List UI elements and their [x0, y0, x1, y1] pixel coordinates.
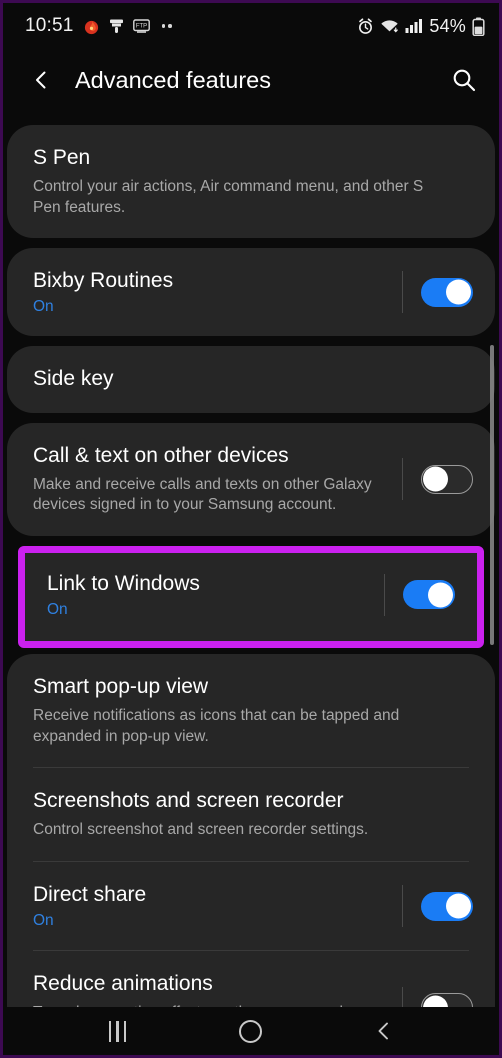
back-icon: [378, 1022, 389, 1040]
toggle-switch-reduce-animations[interactable]: [421, 993, 473, 1007]
search-icon[interactable]: [449, 65, 479, 95]
toggle-knob: [423, 995, 448, 1007]
toggle-knob: [428, 582, 453, 608]
battery-icon: [472, 17, 485, 36]
status-bar-left: 10:51 FTP: [25, 15, 172, 37]
toggle-knob: [446, 279, 471, 305]
row-texts: S Pen Control your air actions, Air comm…: [33, 145, 473, 218]
back-button[interactable]: [356, 1011, 412, 1051]
settings-card-side-key[interactable]: Side key: [7, 346, 495, 413]
vertical-divider: [384, 573, 385, 616]
toggle-switch-bixby-routines[interactable]: [421, 277, 473, 307]
wifi-icon: [380, 18, 399, 34]
status-bar-right: 54%: [357, 16, 485, 37]
row-texts: Screenshots and screen recorder Control …: [33, 788, 473, 841]
setting-title: Bixby Routines: [33, 269, 174, 293]
setting-subtitle: Make and receive calls and texts on othe…: [33, 475, 372, 514]
toggle-area[interactable]: [402, 986, 473, 1007]
vertical-divider: [402, 458, 403, 501]
toggle-area[interactable]: [384, 573, 455, 616]
setting-subtitle: Control your air actions, Air command me…: [33, 178, 424, 216]
toggle-switch-link-to-windows[interactable]: [403, 580, 455, 610]
setting-row-s-pen[interactable]: S Pen Control your air actions, Air comm…: [7, 125, 495, 238]
row-texts: Smart pop-up view Receive notifications …: [33, 674, 473, 747]
vertical-scrollbar[interactable]: [490, 345, 494, 645]
setting-row-smart-pop-up-view[interactable]: Smart pop-up view Receive notifications …: [7, 654, 495, 767]
setting-title: Direct share: [33, 882, 147, 906]
battery-percent-label: 54%: [429, 15, 466, 36]
status-bar: 10:51 FTP 54%: [3, 3, 499, 49]
setting-title: Reduce animations: [33, 972, 213, 996]
row-texts: Direct share On: [33, 882, 394, 930]
setting-row-reduce-animations[interactable]: Reduce animations Tone down motion effec…: [7, 951, 495, 1007]
toggle-knob: [423, 466, 448, 492]
settings-card-call-text-other-devices[interactable]: Call & text on other devices Make and re…: [7, 422, 495, 536]
row-texts: Bixby Routines On: [33, 268, 394, 316]
row-texts: Side key: [33, 366, 473, 392]
setting-state: On: [33, 298, 54, 316]
back-chevron-icon[interactable]: [27, 66, 55, 94]
paintbrush-icon: [109, 18, 124, 34]
setting-subtitle: Receive notifications as icons that can …: [33, 707, 400, 745]
setting-row-side-key[interactable]: Side key: [7, 346, 495, 412]
vertical-divider: [402, 885, 403, 928]
recents-icon: [108, 1020, 127, 1042]
signal-bars-icon: [405, 18, 423, 34]
row-texts: Call & text on other devices Make and re…: [33, 443, 394, 516]
status-clock: 10:51: [25, 15, 74, 36]
setting-row-direct-share[interactable]: Direct share On: [7, 862, 495, 950]
setting-subtitle: Control screenshot and screen recorder s…: [33, 821, 369, 839]
toggle-switch-direct-share[interactable]: [421, 891, 473, 921]
setting-row-screenshots-screen-recorder[interactable]: Screenshots and screen recorder Control …: [7, 768, 495, 861]
alarm-icon: [357, 17, 374, 35]
home-button[interactable]: [223, 1011, 279, 1051]
setting-state: On: [47, 601, 68, 619]
system-navigation-bar: [3, 1007, 499, 1055]
recents-button[interactable]: [90, 1011, 146, 1051]
setting-title: Call & text on other devices: [33, 443, 289, 467]
settings-card-bixby-routines[interactable]: Bixby Routines On: [7, 248, 495, 337]
flame-app-icon: [83, 18, 100, 35]
row-texts: Reduce animations Tone down motion effec…: [33, 971, 394, 1007]
settings-card-misc-features[interactable]: Smart pop-up view Receive notifications …: [7, 654, 495, 1007]
home-icon: [239, 1019, 263, 1043]
svg-text:FTP: FTP: [135, 23, 146, 29]
setting-row-link-to-windows[interactable]: Link to Windows On: [25, 553, 477, 641]
setting-title: Smart pop-up view: [33, 675, 209, 699]
toggle-switch-call-text-other-devices[interactable]: [421, 464, 473, 494]
row-texts: Link to Windows On: [47, 571, 376, 619]
setting-row-bixby-routines[interactable]: Bixby Routines On: [7, 248, 495, 336]
toggle-knob: [446, 893, 471, 919]
setting-title: Side key: [33, 367, 114, 391]
toggle-area[interactable]: [402, 271, 473, 314]
ftp-badge-icon: FTP: [132, 18, 150, 34]
vertical-divider: [402, 986, 403, 1007]
setting-row-call-text-other-devices[interactable]: Call & text on other devices Make and re…: [7, 423, 495, 536]
settings-list[interactable]: S Pen Control your air actions, Air comm…: [3, 113, 499, 1007]
page-title: Advanced features: [75, 66, 271, 93]
setting-state: On: [33, 912, 54, 930]
toggle-area[interactable]: [402, 458, 473, 501]
setting-title: Screenshots and screen recorder: [33, 789, 344, 813]
more-notifications-dots-icon: [161, 24, 172, 28]
setting-title: S Pen: [33, 146, 91, 169]
phone-screen: 10:51 FTP 54% Advanced features S Pen Co…: [0, 0, 502, 1058]
settings-card-s-pen[interactable]: S Pen Control your air actions, Air comm…: [7, 125, 495, 239]
app-header: Advanced features: [3, 49, 499, 111]
settings-card-link-to-windows-highlighted[interactable]: Link to Windows On: [18, 545, 484, 649]
setting-title: Link to Windows: [47, 571, 200, 595]
vertical-divider: [402, 271, 403, 314]
toggle-area[interactable]: [402, 885, 473, 928]
